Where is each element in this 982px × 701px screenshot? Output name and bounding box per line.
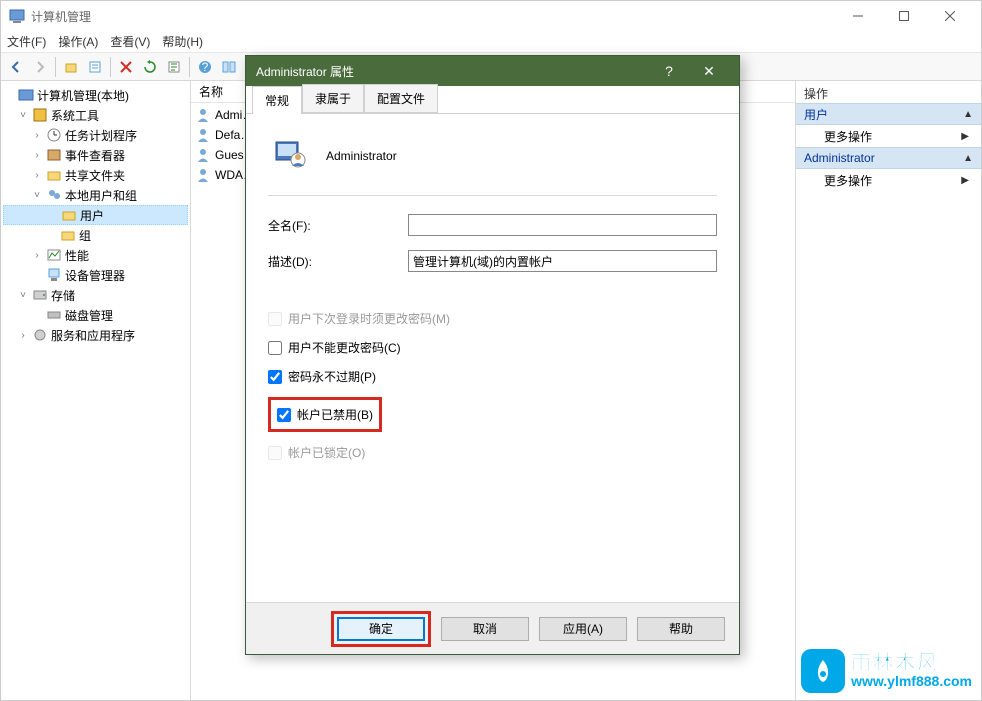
help-button[interactable]: ? [194, 56, 216, 78]
tree-task-scheduler[interactable]: ›任务计划程序 [3, 125, 188, 145]
actions-pane: 操作 用户▲ 更多操作▶ Administrator▲ 更多操作▶ [796, 81, 981, 700]
collapse-icon: ▲ [963, 153, 973, 164]
refresh-button[interactable] [139, 56, 161, 78]
user-name: Administrator [326, 149, 397, 163]
tree-disk-mgmt[interactable]: 磁盘管理 [3, 305, 188, 325]
titlebar: 计算机管理 [1, 1, 981, 31]
user-icon [272, 136, 308, 175]
action-more-1[interactable]: 更多操作▶ [796, 125, 981, 147]
app-icon [9, 8, 25, 24]
menubar: 文件(F) 操作(A) 查看(V) 帮助(H) [1, 31, 981, 53]
back-button[interactable] [5, 56, 27, 78]
tree-users[interactable]: 用户 [3, 205, 188, 225]
tree-systools[interactable]: ˅系统工具 [3, 105, 188, 125]
description-input[interactable] [408, 250, 717, 272]
tree-local-users-groups[interactable]: ˅本地用户和组 [3, 185, 188, 205]
menu-action[interactable]: 操作(A) [58, 33, 98, 50]
tree-groups[interactable]: 组 [3, 225, 188, 245]
tab-general[interactable]: 常规 [252, 86, 302, 114]
menu-view[interactable]: 查看(V) [110, 33, 150, 50]
fullname-label: 全名(F): [268, 217, 408, 234]
action-group-admin[interactable]: Administrator▲ [796, 147, 981, 169]
watermark-text-cn: 雨林木风 [851, 652, 972, 674]
chevron-right-icon: ▶ [961, 131, 969, 142]
up-button[interactable] [60, 56, 82, 78]
tab-memberof[interactable]: 隶属于 [302, 84, 364, 113]
watermark-icon [801, 649, 845, 693]
highlight-ok: 确定 [331, 611, 431, 647]
collapse-icon: ▲ [963, 109, 973, 120]
description-label: 描述(D): [268, 253, 408, 270]
watermark: 雨林木风 www.ylmf888.com [801, 649, 972, 693]
tree-performance[interactable]: ›性能 [3, 245, 188, 265]
dialog-close-button[interactable]: ✕ [689, 63, 729, 80]
menu-file[interactable]: 文件(F) [7, 33, 46, 50]
action-group-users[interactable]: 用户▲ [796, 103, 981, 125]
dialog-buttons: 确定 取消 应用(A) 帮助 [246, 602, 739, 654]
action-more-2[interactable]: 更多操作▶ [796, 169, 981, 191]
cancel-button[interactable]: 取消 [441, 617, 529, 641]
ok-button[interactable]: 确定 [337, 617, 425, 641]
export-button[interactable] [163, 56, 185, 78]
tree-pane: 计算机管理(本地) ˅系统工具 ›任务计划程序 ›事件查看器 ›共享文件夹 ˅本… [1, 81, 191, 700]
highlight-disabled: 帐户已禁用(B) [268, 397, 382, 432]
checkbox-cant-change[interactable]: 用户不能更改密码(C) [268, 339, 717, 356]
chevron-right-icon: ▶ [961, 175, 969, 186]
checkbox-must-change: 用户下次登录时须更改密码(M) [268, 310, 717, 327]
checkbox-never-expire[interactable]: 密码永不过期(P) [268, 368, 717, 385]
checkbox-account-disabled[interactable]: 帐户已禁用(B) [277, 406, 373, 423]
help-button[interactable]: 帮助 [637, 617, 725, 641]
close-button[interactable] [927, 1, 973, 31]
dialog-title: Administrator 属性 [256, 63, 649, 80]
apply-button[interactable]: 应用(A) [539, 617, 627, 641]
dialog-tabs: 常规 隶属于 配置文件 [246, 86, 739, 114]
tree-services-apps[interactable]: ›服务和应用程序 [3, 325, 188, 345]
props-button[interactable] [84, 56, 106, 78]
actions-header: 操作 [796, 81, 981, 103]
checkbox-locked: 帐户已锁定(O) [268, 444, 717, 461]
tree-event-viewer[interactable]: ›事件查看器 [3, 145, 188, 165]
tab-profile[interactable]: 配置文件 [364, 84, 438, 113]
delete-button[interactable] [115, 56, 137, 78]
dialog-titlebar: Administrator 属性 ? ✕ [246, 56, 739, 86]
svg-text:?: ? [202, 60, 209, 74]
view-button[interactable] [218, 56, 240, 78]
minimize-button[interactable] [835, 1, 881, 31]
tree-root[interactable]: 计算机管理(本地) [3, 85, 188, 105]
divider [268, 195, 717, 196]
menu-help[interactable]: 帮助(H) [162, 33, 203, 50]
watermark-url: www.ylmf888.com [851, 674, 972, 689]
tree-storage[interactable]: ˅存储 [3, 285, 188, 305]
properties-dialog: Administrator 属性 ? ✕ 常规 隶属于 配置文件 Adminis… [245, 55, 740, 655]
tree-device-manager[interactable]: 设备管理器 [3, 265, 188, 285]
tree-shared-folders[interactable]: ›共享文件夹 [3, 165, 188, 185]
fullname-input[interactable] [408, 214, 717, 236]
window-title: 计算机管理 [31, 8, 835, 25]
dialog-help-button[interactable]: ? [649, 63, 689, 79]
forward-button[interactable] [29, 56, 51, 78]
maximize-button[interactable] [881, 1, 927, 31]
